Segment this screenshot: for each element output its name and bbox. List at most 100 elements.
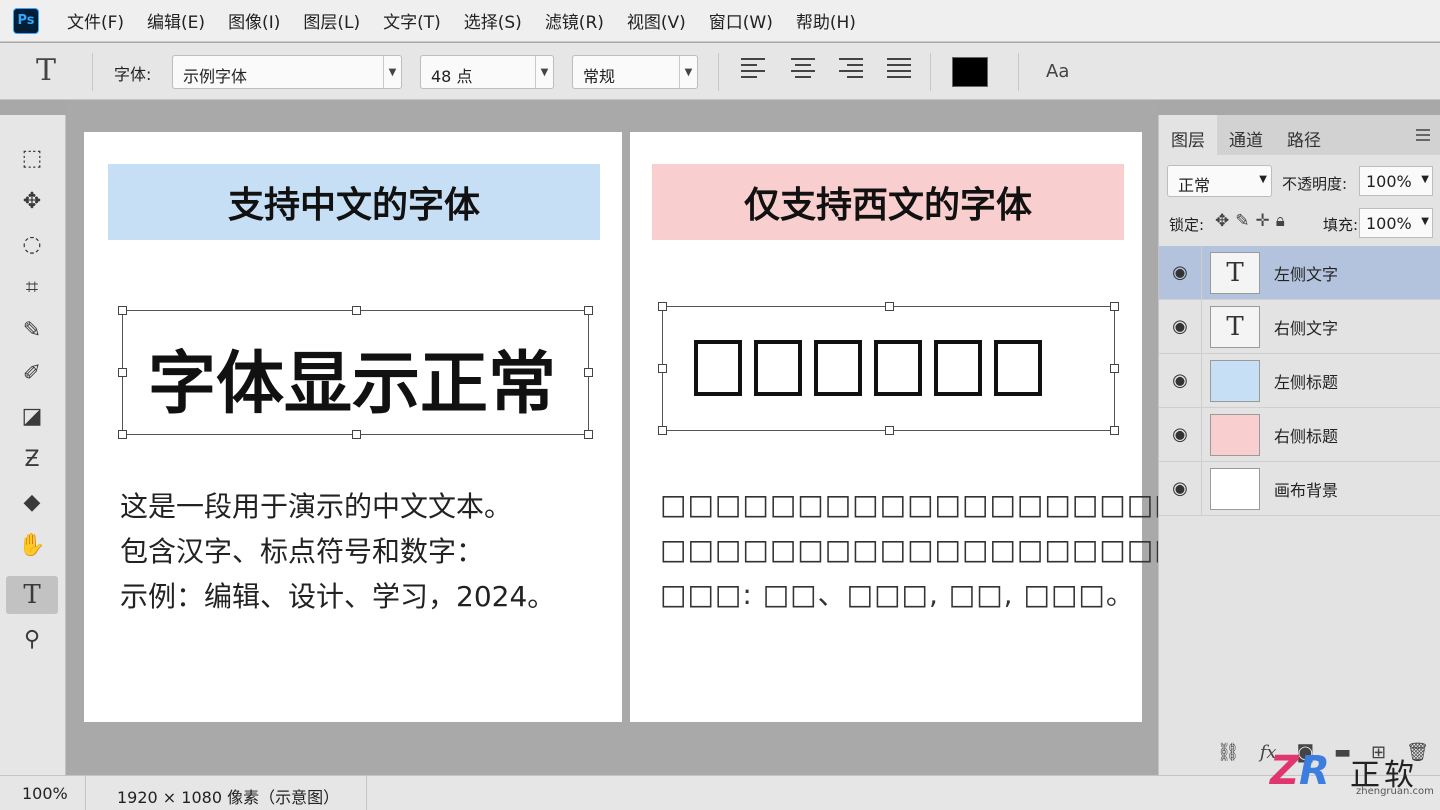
menu-edit[interactable]: 编辑(E) [147,8,205,33]
layer-row[interactable]: ◉ T 左侧文字 [1159,245,1440,300]
hand-icon[interactable]: ✋ [6,526,58,564]
text-color-swatch[interactable] [952,57,988,87]
paint-bucket-icon[interactable]: ◆ [6,483,58,521]
tools-panel: ⬚ ✥ ◌ ⌗ ✎ ✐ ◪ Ƶ ◆ ✋ T ⚲ [0,115,66,810]
eye-icon[interactable]: ◉ [1159,424,1201,445]
align-right-icon[interactable] [839,58,863,82]
options-bar: T 字体: 示例字体 ▼ 48 点 ▼ 常规 ▼ Aa [0,43,1440,100]
transform-handle[interactable] [658,426,667,435]
status-bar: 100% 1920 × 1080 像素（示意图） [0,775,1440,810]
sample-paragraph-missing-glyphs: □□□□□□□□□□□□□□□□□□□□。 □□□□□□□□□□□□□□□□□□… [660,488,1239,611]
align-center-icon[interactable] [791,58,815,82]
tab-channels[interactable]: 通道 [1217,115,1275,155]
transform-handle[interactable] [118,306,127,315]
font-family-dropdown[interactable]: 示例字体 ▼ [172,55,402,89]
menu-image[interactable]: 图像(I) [228,8,280,33]
font-style-dropdown[interactable]: 常规 ▼ [572,55,698,89]
font-style-value: 常规 [583,67,616,86]
character-panel-toggle[interactable]: Aa [1046,61,1069,82]
chevron-down-icon: ▼ [1421,174,1429,185]
menu-filter[interactable]: 滤镜(R) [545,8,604,33]
lock-options-icon[interactable]: ✥✎✛🔒︎ [1215,211,1291,231]
layer-row[interactable]: ◉ 画布背景 [1159,461,1440,516]
canvas-area[interactable]: 支持中文的字体 字体显示正常 这是一段用于演示的中文文本。 包含汉字、标点符号和… [66,100,1237,775]
lasso-icon[interactable]: ◌ [6,225,58,263]
eyedropper-icon[interactable]: ✎ [6,311,58,349]
divider [1201,245,1202,300]
layer-name: 左侧标题 [1274,372,1339,392]
opacity-label: 不透明度: [1282,175,1348,193]
lock-label: 锁定: [1169,216,1205,234]
transform-handle[interactable] [658,364,667,373]
chevron-down-icon: ▼ [679,56,697,88]
missing-glyph-box [934,340,982,396]
brush-icon[interactable]: ✐ [6,354,58,392]
zoom-icon[interactable]: ⚲ [6,620,58,658]
eye-icon[interactable]: ◉ [1159,316,1201,337]
transform-handle[interactable] [885,302,894,311]
transform-handle[interactable] [1110,426,1119,435]
layer-thumbnail: T [1210,251,1260,294]
menu-select[interactable]: 选择(S) [464,8,522,33]
menu-bar: Ps 文件(F) 编辑(E) 图像(I) 图层(L) 文字(T) 选择(S) 滤… [0,0,1440,42]
sample-paragraph: 这是一段用于演示的中文文本。 包含汉字、标点符号和数字： 示例：编辑、设计、学习… [120,490,556,613]
watermark-url: zhengruan.com [1356,786,1434,797]
right-panel: 仅支持西文的字体 □□□□□□□□□□□□□□□□□□□□。 □□□□□□□□□… [630,132,1237,722]
missing-glyph-box [694,340,742,396]
divider [1018,53,1019,91]
tab-layers[interactable]: 图层 [1159,115,1217,155]
font-label: 字体: [114,65,152,84]
transform-handle[interactable] [118,430,127,439]
menu-file[interactable]: 文件(F) [67,8,124,33]
sample-big-text: 字体显示正常 [148,345,557,424]
layer-name: 左侧文字 [1274,264,1339,284]
type-tool-preset-icon[interactable]: T [36,53,56,88]
transform-handle[interactable] [1110,364,1119,373]
menu-layer[interactable]: 图层(L) [303,8,360,33]
zoom-level[interactable]: 100% [0,776,86,810]
panel-menu-icon[interactable] [1416,129,1430,144]
opacity-field[interactable]: 100% ▼ [1359,166,1433,196]
eye-icon[interactable]: ◉ [1159,370,1201,391]
menu-type[interactable]: 文字(T) [383,8,441,33]
move-icon[interactable]: ✥ [6,182,58,220]
transform-handle[interactable] [885,426,894,435]
menu-help[interactable]: 帮助(H) [796,8,856,33]
align-left-icon[interactable] [741,58,765,82]
divider [92,53,93,91]
eye-icon[interactable]: ◉ [1159,478,1201,499]
eye-icon[interactable]: ◉ [1159,262,1201,283]
justify-icon[interactable] [887,58,911,82]
crop-icon[interactable]: ⌗ [6,268,58,306]
fill-field[interactable]: 100% ▼ [1359,208,1433,238]
layer-row[interactable]: ◉ 右侧标题 [1159,407,1440,462]
transform-handle[interactable] [658,302,667,311]
smudge-icon[interactable]: Ƶ [6,440,58,478]
blend-mode-dropdown[interactable]: 正常 ▼ [1167,165,1272,197]
layer-row[interactable]: ◉ 左侧标题 [1159,353,1440,408]
divider [1201,461,1202,516]
menu-view[interactable]: 视图(V) [627,8,686,33]
layer-row[interactable]: ◉ T 右侧文字 [1159,299,1440,354]
layer-thumbnail [1210,359,1260,402]
left-header: 支持中文的字体 [108,164,600,240]
missing-glyph-row [694,340,1042,396]
menu-window[interactable]: 窗口(W) [709,8,773,33]
chevron-down-icon: ▼ [1421,216,1429,227]
font-size-dropdown[interactable]: 48 点 ▼ [420,55,554,89]
link-layers-icon[interactable]: ⛓ [1217,742,1240,763]
fill-value: 100% [1366,214,1412,233]
divider [930,53,931,91]
missing-glyph-box [754,340,802,396]
tab-paths[interactable]: 路径 [1275,115,1333,155]
transform-handle[interactable] [584,430,593,439]
transform-handle[interactable] [352,306,361,315]
transform-handle[interactable] [118,368,127,377]
transform-handle[interactable] [1110,302,1119,311]
type-icon[interactable]: T [6,576,58,614]
transform-handle[interactable] [584,306,593,315]
eraser-icon[interactable]: ◪ [6,397,58,435]
transform-handle[interactable] [584,368,593,377]
marquee-icon[interactable]: ⬚ [6,139,58,177]
transform-handle[interactable] [352,430,361,439]
